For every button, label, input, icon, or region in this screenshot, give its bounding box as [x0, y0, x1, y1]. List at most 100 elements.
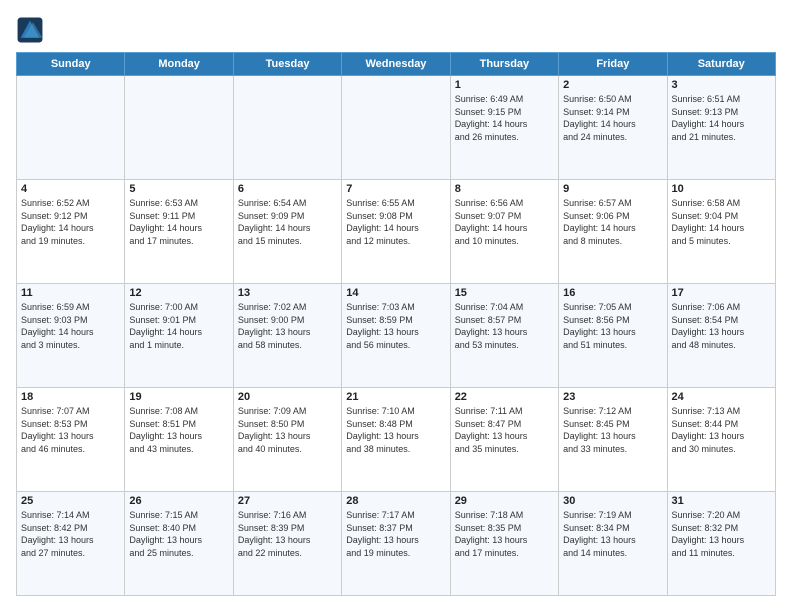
day-info: Sunrise: 7:07 AM Sunset: 8:53 PM Dayligh… [21, 405, 120, 455]
day-info: Sunrise: 6:57 AM Sunset: 9:06 PM Dayligh… [563, 197, 662, 247]
day-info: Sunrise: 7:17 AM Sunset: 8:37 PM Dayligh… [346, 509, 445, 559]
day-number: 30 [563, 495, 662, 507]
day-header-sunday: Sunday [17, 53, 125, 76]
day-info: Sunrise: 7:12 AM Sunset: 8:45 PM Dayligh… [563, 405, 662, 455]
day-number: 24 [672, 391, 771, 403]
calendar-cell: 1Sunrise: 6:49 AM Sunset: 9:15 PM Daylig… [450, 76, 558, 180]
day-info: Sunrise: 6:54 AM Sunset: 9:09 PM Dayligh… [238, 197, 337, 247]
day-header-wednesday: Wednesday [342, 53, 450, 76]
calendar-cell: 29 Sunrise: 7:18 AM Sunset: 8:35 PM Dayli… [450, 492, 558, 596]
calendar-cell: 14Sunrise: 7:03 AM Sunset: 8:59 PM Dayli… [342, 284, 450, 388]
calendar-cell [233, 76, 341, 180]
calendar-cell: 24Sunrise: 7:13 AM Sunset: 8:44 PM Dayli… [667, 388, 775, 492]
day-number: 17 [672, 287, 771, 299]
calendar-cell: 15 Sunrise: 7:04 AM Sunset: 8:57 PM Dayli… [450, 284, 558, 388]
day-number: 29 [455, 495, 554, 507]
day-info: Sunrise: 7:05 AM Sunset: 8:56 PM Dayligh… [563, 301, 662, 351]
calendar-cell: 22 Sunrise: 7:11 AM Sunset: 8:47 PM Dayli… [450, 388, 558, 492]
day-number: 3 [672, 79, 771, 91]
week-row-5: 25 Sunrise: 7:14 AM Sunset: 8:42 PM Dayli… [17, 492, 776, 596]
day-number: 26 [129, 495, 228, 507]
calendar-body: 1Sunrise: 6:49 AM Sunset: 9:15 PM Daylig… [17, 76, 776, 596]
calendar-cell: 9 Sunrise: 6:57 AM Sunset: 9:06 PM Daylig… [559, 180, 667, 284]
calendar-cell: 8 Sunrise: 6:56 AM Sunset: 9:07 PM Daylig… [450, 180, 558, 284]
calendar-header: SundayMondayTuesdayWednesdayThursdayFrid… [17, 53, 776, 76]
day-number: 11 [21, 287, 120, 299]
calendar-table: SundayMondayTuesdayWednesdayThursdayFrid… [16, 52, 776, 596]
calendar-cell: 10 Sunrise: 6:58 AM Sunset: 9:04 PM Dayli… [667, 180, 775, 284]
day-header-thursday: Thursday [450, 53, 558, 76]
day-number: 10 [672, 183, 771, 195]
day-info: Sunrise: 6:55 AM Sunset: 9:08 PM Dayligh… [346, 197, 445, 247]
day-number: 8 [455, 183, 554, 195]
day-number: 2 [563, 79, 662, 91]
day-number: 12 [129, 287, 228, 299]
day-header-tuesday: Tuesday [233, 53, 341, 76]
calendar-cell: 30Sunrise: 7:19 AM Sunset: 8:34 PM Dayli… [559, 492, 667, 596]
day-info: Sunrise: 7:18 AM Sunset: 8:35 PM Dayligh… [455, 509, 554, 559]
day-info: Sunrise: 7:11 AM Sunset: 8:47 PM Dayligh… [455, 405, 554, 455]
day-number: 22 [455, 391, 554, 403]
page: SundayMondayTuesdayWednesdayThursdayFrid… [0, 0, 792, 612]
day-info: Sunrise: 7:14 AM Sunset: 8:42 PM Dayligh… [21, 509, 120, 559]
day-header-saturday: Saturday [667, 53, 775, 76]
day-info: Sunrise: 7:15 AM Sunset: 8:40 PM Dayligh… [129, 509, 228, 559]
day-number: 27 [238, 495, 337, 507]
calendar-cell: 26 Sunrise: 7:15 AM Sunset: 8:40 PM Dayli… [125, 492, 233, 596]
logo-icon [16, 16, 44, 44]
day-number: 18 [21, 391, 120, 403]
day-number: 6 [238, 183, 337, 195]
header-row: SundayMondayTuesdayWednesdayThursdayFrid… [17, 53, 776, 76]
calendar-cell: 16Sunrise: 7:05 AM Sunset: 8:56 PM Dayli… [559, 284, 667, 388]
day-number: 13 [238, 287, 337, 299]
calendar-cell: 23Sunrise: 7:12 AM Sunset: 8:45 PM Dayli… [559, 388, 667, 492]
calendar-cell: 11Sunrise: 6:59 AM Sunset: 9:03 PM Dayli… [17, 284, 125, 388]
day-info: Sunrise: 7:16 AM Sunset: 8:39 PM Dayligh… [238, 509, 337, 559]
week-row-2: 4Sunrise: 6:52 AM Sunset: 9:12 PM Daylig… [17, 180, 776, 284]
day-info: Sunrise: 7:09 AM Sunset: 8:50 PM Dayligh… [238, 405, 337, 455]
day-number: 21 [346, 391, 445, 403]
day-header-monday: Monday [125, 53, 233, 76]
day-info: Sunrise: 7:06 AM Sunset: 8:54 PM Dayligh… [672, 301, 771, 351]
calendar-cell: 4Sunrise: 6:52 AM Sunset: 9:12 PM Daylig… [17, 180, 125, 284]
day-number: 9 [563, 183, 662, 195]
calendar-cell: 25 Sunrise: 7:14 AM Sunset: 8:42 PM Dayli… [17, 492, 125, 596]
calendar-cell: 18 Sunrise: 7:07 AM Sunset: 8:53 PM Dayli… [17, 388, 125, 492]
calendar-cell: 12 Sunrise: 7:00 AM Sunset: 9:01 PM Dayli… [125, 284, 233, 388]
day-info: Sunrise: 7:04 AM Sunset: 8:57 PM Dayligh… [455, 301, 554, 351]
calendar-cell: 13 Sunrise: 7:02 AM Sunset: 9:00 PM Dayli… [233, 284, 341, 388]
calendar-cell: 21 Sunrise: 7:10 AM Sunset: 8:48 PM Dayli… [342, 388, 450, 492]
calendar-cell [125, 76, 233, 180]
day-number: 1 [455, 79, 554, 91]
day-number: 4 [21, 183, 120, 195]
day-number: 7 [346, 183, 445, 195]
calendar-cell: 7 Sunrise: 6:55 AM Sunset: 9:08 PM Daylig… [342, 180, 450, 284]
day-info: Sunrise: 7:20 AM Sunset: 8:32 PM Dayligh… [672, 509, 771, 559]
calendar-cell [342, 76, 450, 180]
day-number: 15 [455, 287, 554, 299]
calendar-cell: 28Sunrise: 7:17 AM Sunset: 8:37 PM Dayli… [342, 492, 450, 596]
calendar-cell: 27 Sunrise: 7:16 AM Sunset: 8:39 PM Dayli… [233, 492, 341, 596]
calendar-cell: 20 Sunrise: 7:09 AM Sunset: 8:50 PM Dayli… [233, 388, 341, 492]
day-number: 5 [129, 183, 228, 195]
day-number: 31 [672, 495, 771, 507]
day-number: 25 [21, 495, 120, 507]
calendar-cell: 19 Sunrise: 7:08 AM Sunset: 8:51 PM Dayli… [125, 388, 233, 492]
calendar-cell: 5 Sunrise: 6:53 AM Sunset: 9:11 PM Daylig… [125, 180, 233, 284]
day-info: Sunrise: 7:00 AM Sunset: 9:01 PM Dayligh… [129, 301, 228, 351]
day-info: Sunrise: 6:50 AM Sunset: 9:14 PM Dayligh… [563, 93, 662, 143]
day-info: Sunrise: 6:53 AM Sunset: 9:11 PM Dayligh… [129, 197, 228, 247]
header [16, 16, 776, 44]
calendar-cell: 17 Sunrise: 7:06 AM Sunset: 8:54 PM Dayli… [667, 284, 775, 388]
day-number: 20 [238, 391, 337, 403]
day-info: Sunrise: 6:58 AM Sunset: 9:04 PM Dayligh… [672, 197, 771, 247]
logo [16, 16, 48, 44]
week-row-3: 11Sunrise: 6:59 AM Sunset: 9:03 PM Dayli… [17, 284, 776, 388]
day-info: Sunrise: 7:02 AM Sunset: 9:00 PM Dayligh… [238, 301, 337, 351]
day-number: 19 [129, 391, 228, 403]
day-info: Sunrise: 7:10 AM Sunset: 8:48 PM Dayligh… [346, 405, 445, 455]
week-row-1: 1Sunrise: 6:49 AM Sunset: 9:15 PM Daylig… [17, 76, 776, 180]
day-header-friday: Friday [559, 53, 667, 76]
day-info: Sunrise: 7:08 AM Sunset: 8:51 PM Dayligh… [129, 405, 228, 455]
day-info: Sunrise: 6:56 AM Sunset: 9:07 PM Dayligh… [455, 197, 554, 247]
